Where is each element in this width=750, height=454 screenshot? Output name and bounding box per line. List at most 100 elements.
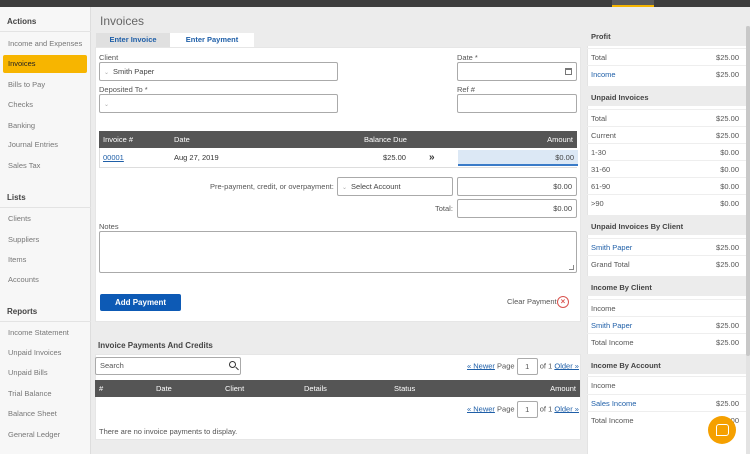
col-number: #	[99, 384, 104, 393]
pager-top: « Newer Page 1 of 1 Older »	[467, 358, 579, 375]
sidebar-heading-actions: Actions	[7, 17, 37, 26]
col-date: Date	[156, 384, 172, 393]
search-icon[interactable]	[229, 361, 236, 368]
col-client: Client	[225, 384, 245, 393]
sidebar-item-unpaid-invoices[interactable]: Unpaid Invoices	[3, 344, 87, 362]
sidebar-item-invoices[interactable]: Invoices	[3, 55, 87, 73]
account-link[interactable]: Sales Income	[591, 395, 636, 412]
pager-newer-link[interactable]: « Newer	[467, 404, 495, 413]
tab-enter-payment[interactable]: Enter Payment	[170, 33, 254, 47]
ref-input[interactable]	[457, 94, 577, 113]
date-label: Date *	[457, 53, 478, 62]
prepayment-account-value: Select Account	[351, 182, 401, 191]
calendar-icon[interactable]	[565, 68, 572, 75]
pager-of-label: of 1	[539, 361, 553, 371]
top-nav-active-tab[interactable]	[612, 0, 654, 7]
row-label: Total	[591, 53, 607, 62]
row-label: Total	[591, 114, 607, 123]
income-by-client-title: Income By Client	[591, 283, 652, 292]
invoice-number-link[interactable]: 00001	[103, 148, 124, 168]
income-link[interactable]: Income	[591, 66, 616, 83]
top-nav-tab[interactable]	[660, 0, 700, 7]
pager-older-link[interactable]: Older »	[554, 361, 579, 370]
summary-row: Total $25.00	[587, 109, 746, 126]
summary-row[interactable]: Smith Paper $25.00	[587, 316, 746, 333]
add-payment-button[interactable]: Add Payment	[100, 294, 181, 311]
col-amount: Amount	[550, 384, 576, 393]
chevron-down-icon: ⌄	[104, 102, 110, 108]
prepayment-label: Pre-payment, credit, or overpayment:	[210, 182, 334, 191]
tab-enter-invoice[interactable]: Enter Invoice	[96, 33, 170, 47]
income-by-account-title: Income By Account	[591, 361, 661, 370]
invoice-table-header: Invoice # Date Balance Due Amount	[99, 131, 577, 148]
sidebar: Actions Income and Expenses Invoices Bil…	[0, 7, 91, 454]
row-value: $0.00	[720, 148, 739, 157]
summary-row: >90 $0.00	[587, 194, 746, 211]
sidebar-item-unpaid-bills[interactable]: Unpaid Bills	[3, 364, 87, 382]
summary-row[interactable]: Income $25.00	[587, 65, 746, 82]
pager-page-input[interactable]: 1	[516, 358, 538, 375]
sidebar-item-income-statement[interactable]: Income Statement	[3, 324, 87, 342]
row-value: $0.00	[720, 182, 739, 191]
date-input[interactable]	[457, 62, 577, 81]
row-value: $25.00	[716, 53, 739, 62]
row-value: $25.00	[716, 70, 739, 79]
sidebar-item-general-ledger[interactable]: General Ledger	[3, 426, 87, 444]
notes-label: Notes	[99, 222, 119, 231]
amount-input[interactable]: $0.00	[458, 150, 578, 166]
clear-payment-button[interactable]: Clear Payment	[507, 297, 557, 306]
payments-section-title: Invoice Payments And Credits	[98, 341, 213, 350]
total-label: Total:	[435, 204, 453, 213]
sidebar-item-bills-to-pay[interactable]: Bills to Pay	[3, 76, 87, 94]
sidebar-item-clients[interactable]: Clients	[3, 210, 87, 228]
top-nav-bar	[0, 0, 750, 7]
client-link[interactable]: Smith Paper	[591, 317, 632, 334]
client-link[interactable]: Smith Paper	[591, 239, 632, 256]
chevron-down-icon: ⌄	[104, 70, 110, 76]
search-input[interactable]: Search	[95, 357, 241, 375]
pager-of-label: of 1	[539, 404, 553, 414]
unpaid-invoices-title: Unpaid Invoices	[591, 93, 649, 102]
sidebar-item-sales-tax[interactable]: Sales Tax	[3, 157, 87, 175]
row-label: Total Income	[591, 416, 634, 425]
sidebar-item-accounts[interactable]: Accounts	[3, 271, 87, 289]
row-label: Current	[591, 131, 617, 140]
chat-bubble-icon[interactable]	[708, 416, 736, 444]
prepayment-amount-input[interactable]: $0.00	[457, 177, 577, 196]
page-title: Invoices	[100, 14, 145, 28]
pager-page-input[interactable]: 1	[516, 401, 538, 418]
summary-row: 1-30 $0.00	[587, 143, 746, 160]
invoice-date: Aug 27, 2019	[174, 153, 219, 162]
double-chevron-right-icon[interactable]: »	[429, 148, 435, 168]
sidebar-item-items[interactable]: Items	[3, 251, 87, 269]
deposited-to-select[interactable]: ⌄	[99, 94, 338, 113]
payments-table-header: # Date Client Details Status Amount	[95, 380, 580, 397]
row-value: $25.00	[716, 114, 739, 123]
client-select[interactable]: ⌄ Smith Paper	[99, 62, 338, 81]
notes-textarea[interactable]	[99, 231, 577, 273]
unpaid-by-client-title: Unpaid Invoices By Client	[591, 222, 684, 231]
row-label: Total Income	[591, 338, 634, 347]
pager-older-link[interactable]: Older »	[554, 404, 579, 413]
close-circle-icon[interactable]: ×	[557, 296, 569, 308]
summary-row[interactable]: Smith Paper $25.00	[587, 238, 746, 255]
sidebar-item-suppliers[interactable]: Suppliers	[3, 231, 87, 249]
sidebar-item-journal-entries[interactable]: Journal Entries	[3, 136, 87, 154]
scrollbar-thumb[interactable]	[746, 26, 750, 356]
sidebar-item-trial-balance[interactable]: Trial Balance	[3, 385, 87, 403]
sidebar-item-income-and-expenses[interactable]: Income and Expenses	[3, 35, 87, 53]
sidebar-item-balance-sheet[interactable]: Balance Sheet	[3, 405, 87, 423]
sidebar-item-banking[interactable]: Banking	[3, 117, 87, 135]
scrollbar[interactable]	[746, 26, 750, 454]
prepayment-account-select[interactable]: ⌄ Select Account	[337, 177, 453, 196]
summary-row: 61-90 $0.00	[587, 177, 746, 194]
pager-newer-link[interactable]: « Newer	[467, 361, 495, 370]
divider	[0, 321, 91, 322]
sidebar-item-checks[interactable]: Checks	[3, 96, 87, 114]
row-value: $0.00	[720, 165, 739, 174]
resize-grip-icon[interactable]	[569, 265, 574, 270]
top-nav-tab[interactable]	[705, 0, 745, 7]
divider	[0, 207, 91, 208]
summary-row[interactable]: Sales Income $25.00	[587, 394, 746, 411]
summary-row: Income	[587, 376, 746, 393]
